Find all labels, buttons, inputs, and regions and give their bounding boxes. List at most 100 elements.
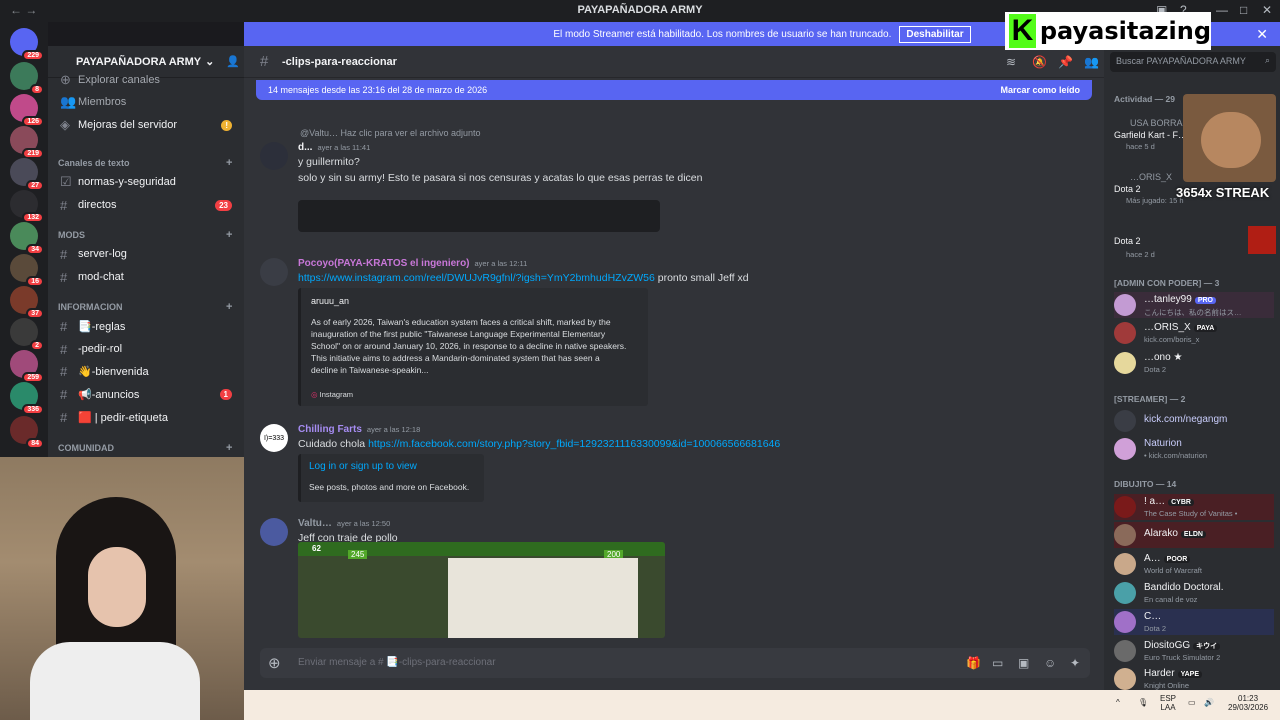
network-icon[interactable]: ▭ (1188, 698, 1196, 707)
instagram-link[interactable]: https://www.instagram.com/reel/DWUJvR9gf… (298, 272, 655, 284)
mark-as-read-button[interactable]: Marcar como leído (1000, 85, 1080, 95)
server-icon[interactable]: 336 (10, 382, 44, 415)
server-icon[interactable]: 229 (10, 28, 44, 61)
add-channel-icon[interactable]: + (226, 301, 232, 313)
threads-icon[interactable]: ≋ (1006, 55, 1016, 69)
embed-title[interactable]: Log in or sign up to view (309, 461, 417, 472)
sticker-icon[interactable]: ▣ (1018, 656, 1029, 670)
member-item[interactable]: C… Dota 2 (1114, 609, 1274, 635)
avatar[interactable] (260, 258, 288, 286)
chevron-down-icon: ⌄ (205, 56, 215, 68)
member-name-text: DiositoGG (1144, 640, 1191, 651)
pin-icon[interactable]: 📌 (1058, 55, 1073, 69)
image-attachment[interactable] (298, 200, 660, 232)
category-mods[interactable]: MODS + (58, 229, 232, 241)
category-comunidad[interactable]: COMUNIDAD + (58, 442, 232, 454)
apps-icon[interactable]: ✦ (1070, 656, 1080, 670)
add-channel-icon[interactable]: + (226, 157, 232, 169)
channel-pedir-etiqueta[interactable]: # 🟥 | pedir-etiqueta (60, 407, 236, 427)
volume-icon[interactable]: 🔊 (1204, 698, 1214, 707)
server-icon[interactable]: 37 (10, 286, 44, 319)
link-embed: Log in or sign up to view See posts, pho… (298, 454, 484, 502)
server-icon[interactable]: 27 (10, 158, 44, 191)
video-attachment[interactable]: 62 245 200 (298, 542, 665, 638)
notification-bell-icon[interactable]: 🔕 (1032, 55, 1047, 69)
disable-streamer-button[interactable]: Deshabilitar (899, 25, 971, 43)
close-banner-icon[interactable]: ✕ (1256, 26, 1268, 43)
avatar[interactable] (260, 142, 288, 170)
gif-icon[interactable]: ▭ (992, 656, 1003, 670)
mention-badge: 2 (30, 340, 44, 351)
member-item[interactable]: DiositoGG キウイ Euro Truck Simulator 2 (1114, 638, 1274, 664)
username[interactable]: Pocoyo(PAYA-KRATOS el ingeniero) (298, 258, 470, 269)
add-user-icon[interactable]: 👤 (226, 55, 240, 68)
explore-channels[interactable]: ⊕ Explorar canales (60, 70, 236, 90)
server-icon[interactable]: 2 (10, 318, 44, 351)
message-text: y guillermito? (298, 156, 360, 168)
channel-normas[interactable]: ☑ normas-y-seguridad (60, 172, 236, 192)
username[interactable]: d... (298, 142, 312, 153)
message-composer[interactable]: ⊕ Enviar mensaje a # 📑-clips-para-reacci… (260, 648, 1090, 678)
activity-game: Dota 2 (1114, 236, 1141, 246)
category-text-channels[interactable]: Canales de texto + (58, 157, 232, 169)
channel-pedir-rol[interactable]: # -pedir-rol (60, 339, 236, 359)
server-icon[interactable]: 8 (10, 62, 44, 95)
server-icon[interactable]: 259 (10, 350, 44, 383)
server-icon[interactable]: 84 (10, 416, 44, 449)
language-indicator[interactable]: ESP LAA (1160, 694, 1176, 712)
activity-card[interactable]: Dota 2 hace 2 d (1114, 226, 1276, 259)
date: 29/03/2026 (1228, 703, 1269, 712)
embed-author[interactable]: aruuu_an (311, 296, 349, 306)
tray-chevron-icon[interactable]: ^ (1116, 698, 1120, 707)
add-channel-icon[interactable]: + (226, 442, 232, 454)
microphone-icon[interactable]: 🎙 (1138, 698, 1148, 707)
clock[interactable]: 01:23 29/03/2026 (1228, 694, 1268, 712)
member-name: C… (1144, 611, 1162, 622)
channel-server-log[interactable]: # server-log (60, 244, 236, 264)
add-channel-icon[interactable]: + (226, 229, 232, 241)
channel-label: 🟥 | pedir-etiqueta (78, 411, 168, 424)
reply-preview[interactable]: @Valtu… Haz clic para ver el archivo adj… (300, 128, 481, 138)
category-label: INFORMACION (58, 302, 123, 312)
server-icon[interactable]: 126 (10, 94, 44, 127)
member-item[interactable]: Naturion • kick.com/naturion (1114, 436, 1274, 462)
server-icon[interactable]: 34 (10, 222, 44, 255)
emoji-icon[interactable]: ☺ (1044, 656, 1056, 670)
member-item[interactable]: Harder YAPE Knight Online (1114, 666, 1274, 690)
member-item[interactable]: A… POOR World of Warcraft (1114, 551, 1274, 577)
activity-game: Garfield Kart - F… (1114, 130, 1188, 140)
server-icon[interactable]: 132 (10, 190, 44, 223)
avatar[interactable]: I)=333 (260, 424, 288, 452)
gift-icon[interactable]: 🎁 (966, 656, 981, 670)
mention-badge: 16 (26, 276, 44, 287)
member-item[interactable]: …tanley99 PRO こんにちは、私の名前はス… (1114, 292, 1274, 318)
channel-bienvenida[interactable]: # 👋-bienvenida (60, 361, 236, 381)
channel-reglas[interactable]: # 📑-reglas (60, 316, 236, 336)
username[interactable]: Chilling Farts (298, 424, 362, 435)
add-attachment-icon[interactable]: ⊕ (268, 654, 281, 672)
avatar[interactable] (260, 518, 288, 546)
minimize-button[interactable]: — (1216, 3, 1228, 17)
server-icon[interactable]: 219 (10, 126, 44, 159)
member-list-icon[interactable]: 👥 (1084, 55, 1099, 69)
channel-directos[interactable]: # directos 23 (60, 195, 236, 215)
member-item[interactable]: …ono ★ Dota 2 (1114, 350, 1274, 376)
maximize-button[interactable]: □ (1240, 3, 1247, 17)
category-informacion[interactable]: INFORMACION + (58, 301, 232, 313)
members-item[interactable]: 👥 Miembros (60, 92, 236, 112)
member-item[interactable]: Bandido Doctoral. En canal de voz (1114, 580, 1274, 606)
new-messages-bar[interactable]: 14 mensajes desde las 23:16 del 28 de ma… (256, 80, 1092, 100)
username[interactable]: Valtu… (298, 518, 332, 529)
facebook-link[interactable]: https://m.facebook.com/story.php?story_f… (368, 438, 780, 450)
member-item[interactable]: Alarako ELDN (1114, 522, 1274, 548)
channel-label: 📑-reglas (78, 320, 126, 333)
channel-anuncios[interactable]: # 📢-anuncios 1 (60, 384, 236, 404)
close-window-button[interactable]: ✕ (1262, 3, 1272, 17)
member-item[interactable]: kick.com/negangm (1114, 408, 1274, 434)
search-input[interactable]: Buscar PAYAPAÑADORA ARMY ⌕ (1110, 52, 1276, 72)
server-icon[interactable]: 16 (10, 254, 44, 287)
member-item[interactable]: ! a… CYBR The Case Study of Vanitas • (1114, 494, 1274, 520)
member-item[interactable]: …ORIS_X PAYA kick.com/boris_x (1114, 320, 1274, 346)
server-boost-item[interactable]: ◈ Mejoras del servidor! (60, 115, 236, 135)
channel-mod-chat[interactable]: # mod-chat (60, 267, 236, 287)
